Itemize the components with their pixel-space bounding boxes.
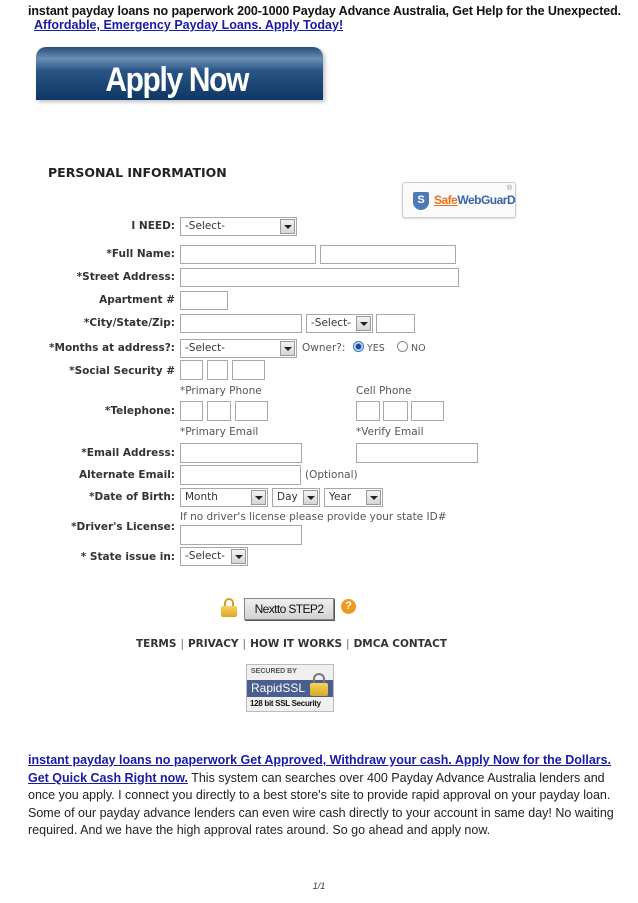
city-state-zip-label: *City/State/Zip:: [83, 317, 175, 329]
ssn-part2-input[interactable]: [207, 360, 228, 380]
safewebguard-badge[interactable]: S SafeWebGuarD ®: [402, 182, 516, 218]
cell-phone-caption: Cell Phone: [356, 385, 412, 397]
dob-day-select[interactable]: Day: [272, 488, 320, 507]
terms-link[interactable]: TERMS: [136, 638, 176, 650]
zip-input[interactable]: [376, 314, 415, 333]
i-need-label: I NEED:: [131, 220, 175, 232]
state-value: -Select-: [311, 317, 351, 329]
how-it-works-link[interactable]: HOW IT WORKS: [250, 638, 342, 650]
lock-icon: [221, 598, 237, 617]
owner-no-label: NO: [411, 343, 426, 354]
instant-loans-link[interactable]: instant payday loans no paperwork Get Ap…: [28, 753, 611, 767]
section-title: PERSONAL INFORMATION: [48, 165, 227, 180]
optional-note: (Optional): [305, 469, 358, 481]
page-number: 1/1: [312, 881, 326, 891]
ssn-part1-input[interactable]: [180, 360, 203, 380]
owner-label: Owner?:: [302, 342, 346, 354]
chevron-down-icon: [280, 341, 295, 356]
telephone-label: *Telephone:: [104, 405, 175, 417]
city-input[interactable]: [180, 314, 302, 333]
dob-day-value: Day: [277, 491, 298, 503]
owner-yes-label: YES: [367, 343, 385, 354]
i-need-value: -Select-: [185, 220, 225, 232]
chevron-down-icon: [303, 490, 318, 505]
ssn-part3-input[interactable]: [232, 360, 265, 380]
shield-icon: S: [413, 192, 429, 210]
full-name-label: *Full Name:: [106, 248, 175, 260]
dob-year-value: Year: [329, 491, 352, 503]
last-name-input[interactable]: [320, 245, 456, 264]
cell-line-input[interactable]: [411, 401, 444, 421]
apartment-input[interactable]: [180, 291, 228, 310]
state-select[interactable]: -Select-: [306, 314, 373, 333]
drivers-license-input[interactable]: [180, 525, 302, 545]
months-select[interactable]: -Select-: [180, 339, 297, 358]
primary-email-input[interactable]: [180, 443, 302, 463]
phone-line-input[interactable]: [235, 401, 268, 421]
body-paragraph: instant payday loans no paperwork Get Ap…: [28, 752, 618, 840]
street-address-label: *Street Address:: [76, 271, 175, 283]
owner-yes-radio[interactable]: [353, 341, 364, 352]
dmca-contact-link[interactable]: DMCA CONTACT: [354, 638, 447, 650]
verify-email-input[interactable]: [356, 443, 478, 463]
help-icon[interactable]: ?: [341, 599, 356, 614]
state-issue-value: -Select-: [185, 550, 225, 562]
apply-now-banner[interactable]: Apply Now: [36, 47, 323, 100]
dob-month-value: Month: [185, 491, 218, 503]
dob-year-select[interactable]: Year: [324, 488, 383, 507]
safewebguard-logo: SafeWebGuarD: [434, 193, 516, 207]
chevron-down-icon: [356, 316, 371, 331]
phone-prefix-input[interactable]: [207, 401, 231, 421]
state-issue-label: * State issue in:: [80, 551, 175, 563]
cell-prefix-input[interactable]: [383, 401, 408, 421]
license-hint: If no driver's license please provide yo…: [180, 511, 447, 523]
quick-cash-link[interactable]: Get Quick Cash Right now.: [28, 771, 188, 785]
street-address-input[interactable]: [180, 268, 459, 287]
page-heading: instant payday loans no paperwork 200-10…: [28, 4, 622, 18]
chevron-down-icon: [251, 490, 266, 505]
ssl-security-text: 128 bit SSL Security: [250, 699, 321, 708]
apply-now-label: Apply Now: [105, 61, 249, 99]
secured-by-text: SECURED BY: [251, 668, 297, 675]
apartment-label: Apartment #: [99, 294, 175, 306]
apply-today-link[interactable]: Affordable, Emergency Payday Loans. Appl…: [34, 18, 343, 32]
registered-mark: ®: [506, 185, 512, 192]
cell-area-input[interactable]: [356, 401, 380, 421]
rapidssl-badge[interactable]: SECURED BY RapidSSL 128 bit SSL Security: [246, 664, 334, 712]
state-issue-select[interactable]: -Select-: [180, 547, 248, 566]
chevron-down-icon: [366, 490, 381, 505]
phone-area-input[interactable]: [180, 401, 203, 421]
padlock-icon: [310, 673, 328, 696]
months-at-address-label: *Months at address?:: [49, 342, 175, 354]
first-name-input[interactable]: [180, 245, 316, 264]
chevron-down-icon: [280, 219, 295, 234]
alternate-email-input[interactable]: [180, 465, 301, 485]
drivers-license-label: *Driver's License:: [71, 521, 175, 533]
ssn-label: *Social Security #: [69, 365, 175, 377]
email-address-label: *Email Address:: [81, 447, 175, 459]
rapidssl-text: RapidSSL: [251, 681, 306, 695]
date-of-birth-label: *Date of Birth:: [89, 491, 175, 503]
footer-links: TERMS | PRIVACY | HOW IT WORKS | DMCA CONTACT: [136, 638, 448, 650]
owner-no-radio[interactable]: [397, 341, 408, 352]
next-step-button[interactable]: Nextto STEP2: [244, 598, 334, 620]
months-value: -Select-: [185, 342, 225, 354]
verify-email-caption: *Verify Email: [356, 426, 424, 438]
dob-month-select[interactable]: Month: [180, 488, 268, 507]
privacy-link[interactable]: PRIVACY: [188, 638, 239, 650]
primary-email-caption: *Primary Email: [180, 426, 259, 438]
chevron-down-icon: [231, 549, 246, 564]
alternate-email-label: Alternate Email:: [79, 469, 175, 481]
i-need-select[interactable]: -Select-: [180, 217, 297, 236]
primary-phone-caption: *Primary Phone: [180, 385, 262, 397]
